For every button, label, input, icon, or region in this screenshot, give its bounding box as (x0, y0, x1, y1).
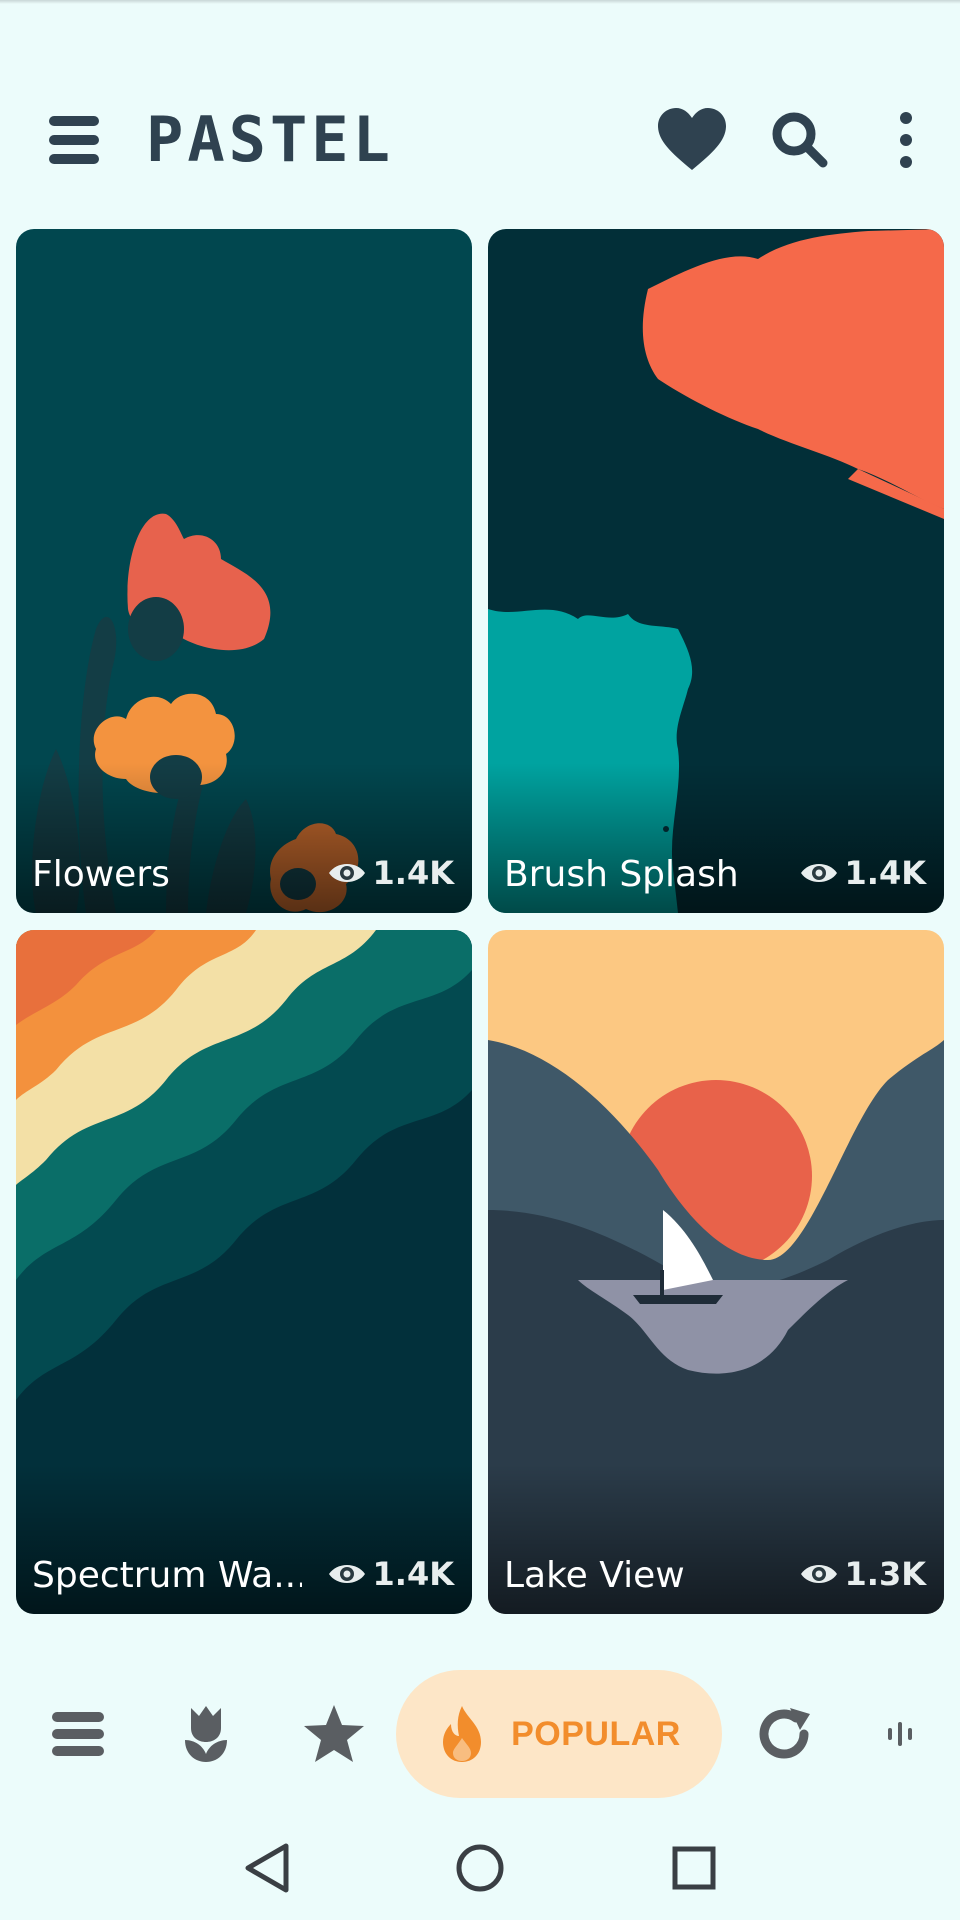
status-bar-edge (0, 0, 960, 4)
equalizer-icon[interactable] (880, 1666, 920, 1802)
back-icon[interactable] (236, 1836, 300, 1900)
wallpaper-title: Flowers (32, 854, 170, 895)
heart-icon[interactable] (656, 106, 728, 174)
fire-icon (443, 1706, 482, 1762)
wallpaper-card-brush-splash[interactable]: Brush Splash 1.4K (488, 229, 944, 913)
home-icon[interactable] (448, 1836, 512, 1900)
bottom-navigation: POPULAR (0, 1666, 960, 1802)
more-vertical-icon[interactable] (886, 108, 926, 172)
app-logo: PASTEL (146, 103, 394, 176)
view-count: 1.3K (799, 1554, 926, 1594)
eye-icon (800, 864, 837, 882)
popular-tab-label: POPULAR (511, 1714, 681, 1753)
view-count-value: 1.4K (372, 854, 454, 892)
eye-icon (328, 1565, 365, 1583)
app-bar: PASTEL (0, 90, 960, 190)
wallpaper-card-lake-view[interactable]: Lake View 1.3K (488, 930, 944, 1614)
tulip-icon[interactable] (168, 1666, 244, 1802)
popular-tab[interactable]: POPULAR (396, 1670, 722, 1798)
view-count: 1.4K (327, 853, 454, 893)
view-count: 1.4K (799, 853, 926, 893)
wallpaper-card-spectrum-waves[interactable]: Spectrum Wa... 1.4K (16, 930, 472, 1614)
wallpaper-card-flowers[interactable]: Flowers 1.4K (16, 229, 472, 913)
menu-icon[interactable] (46, 112, 102, 168)
wallpaper-title: Brush Splash (504, 854, 739, 895)
view-count-value: 1.3K (844, 1555, 926, 1593)
search-icon[interactable] (768, 108, 832, 172)
star-icon[interactable] (296, 1666, 372, 1802)
eye-icon (328, 864, 365, 882)
recents-icon[interactable] (662, 1836, 726, 1900)
view-count-value: 1.4K (372, 1555, 454, 1593)
list-icon[interactable] (40, 1666, 116, 1802)
system-navigation-bar (0, 1822, 960, 1912)
wallpaper-title: Spectrum Wa... (32, 1555, 302, 1596)
eye-icon (800, 1565, 837, 1583)
view-count: 1.4K (327, 1554, 454, 1594)
view-count-value: 1.4K (844, 854, 926, 892)
wallpaper-title: Lake View (504, 1555, 685, 1596)
refresh-icon[interactable] (748, 1666, 824, 1802)
